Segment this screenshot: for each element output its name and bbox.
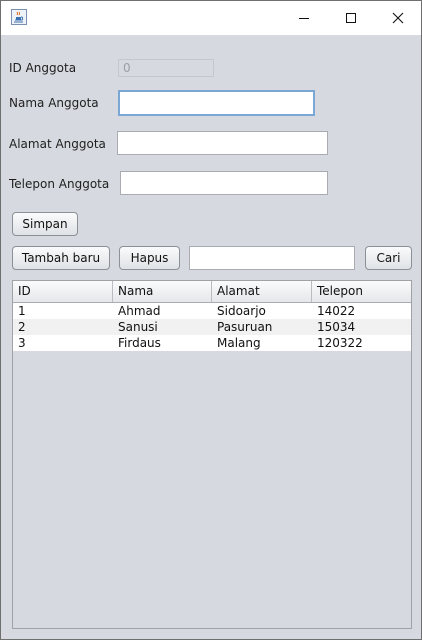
nama-anggota-label: Nama Anggota: [9, 96, 99, 110]
column-header-alamat[interactable]: Alamat: [212, 281, 312, 302]
minimize-button[interactable]: [281, 1, 327, 35]
cell-nama: Ahmad: [118, 304, 161, 318]
cell-id: 3: [18, 336, 26, 350]
table-row[interactable]: 1 Ahmad Sidoarjo 14022: [13, 303, 411, 319]
alamat-anggota-label: Alamat Anggota: [9, 137, 106, 151]
simpan-button[interactable]: Simpan: [12, 212, 78, 236]
cell-nama: Sanusi: [118, 320, 158, 334]
cell-nama: Firdaus: [118, 336, 161, 350]
cell-alamat: Malang: [217, 336, 261, 350]
table-header: ID Nama Alamat Telepon: [13, 281, 411, 303]
column-header-id[interactable]: ID: [13, 281, 113, 302]
search-input[interactable]: [189, 246, 355, 270]
cell-id: 2: [18, 320, 26, 334]
nama-anggota-field[interactable]: [118, 90, 315, 116]
cell-alamat: Pasuruan: [217, 320, 273, 334]
table-row[interactable]: 2 Sanusi Pasuruan 15034: [13, 319, 411, 335]
java-icon: [11, 9, 27, 25]
table-row[interactable]: 3 Firdaus Malang 120322: [13, 335, 411, 351]
app-window: ID Anggota Nama Anggota Alamat Anggota T…: [0, 0, 422, 640]
tambah-baru-button[interactable]: Tambah baru: [12, 246, 110, 270]
alamat-anggota-field[interactable]: [117, 131, 328, 155]
cell-telepon: 120322: [317, 336, 363, 350]
cell-id: 1: [18, 304, 26, 318]
cell-telepon: 15034: [317, 320, 356, 334]
close-icon: [392, 12, 404, 24]
title-bar[interactable]: [1, 1, 421, 35]
minimize-icon: [299, 18, 309, 19]
cell-telepon: 14022: [317, 304, 356, 318]
id-anggota-label: ID Anggota: [9, 61, 77, 75]
cell-alamat: Sidoarjo: [217, 304, 266, 318]
close-button[interactable]: [375, 1, 421, 35]
telepon-anggota-field[interactable]: [120, 171, 328, 195]
id-anggota-field: [118, 59, 214, 77]
cari-button[interactable]: Cari: [365, 246, 412, 270]
maximize-icon: [346, 13, 356, 23]
column-header-nama[interactable]: Nama: [113, 281, 212, 302]
table-body: 1 Ahmad Sidoarjo 14022 2 Sanusi Pasuruan…: [13, 303, 411, 351]
anggota-table[interactable]: ID Nama Alamat Telepon 1 Ahmad Sidoarjo …: [12, 280, 412, 629]
maximize-button[interactable]: [328, 1, 374, 35]
hapus-button[interactable]: Hapus: [119, 246, 180, 270]
column-header-telepon[interactable]: Telepon: [312, 281, 411, 302]
telepon-anggota-label: Telepon Anggota: [9, 177, 110, 191]
